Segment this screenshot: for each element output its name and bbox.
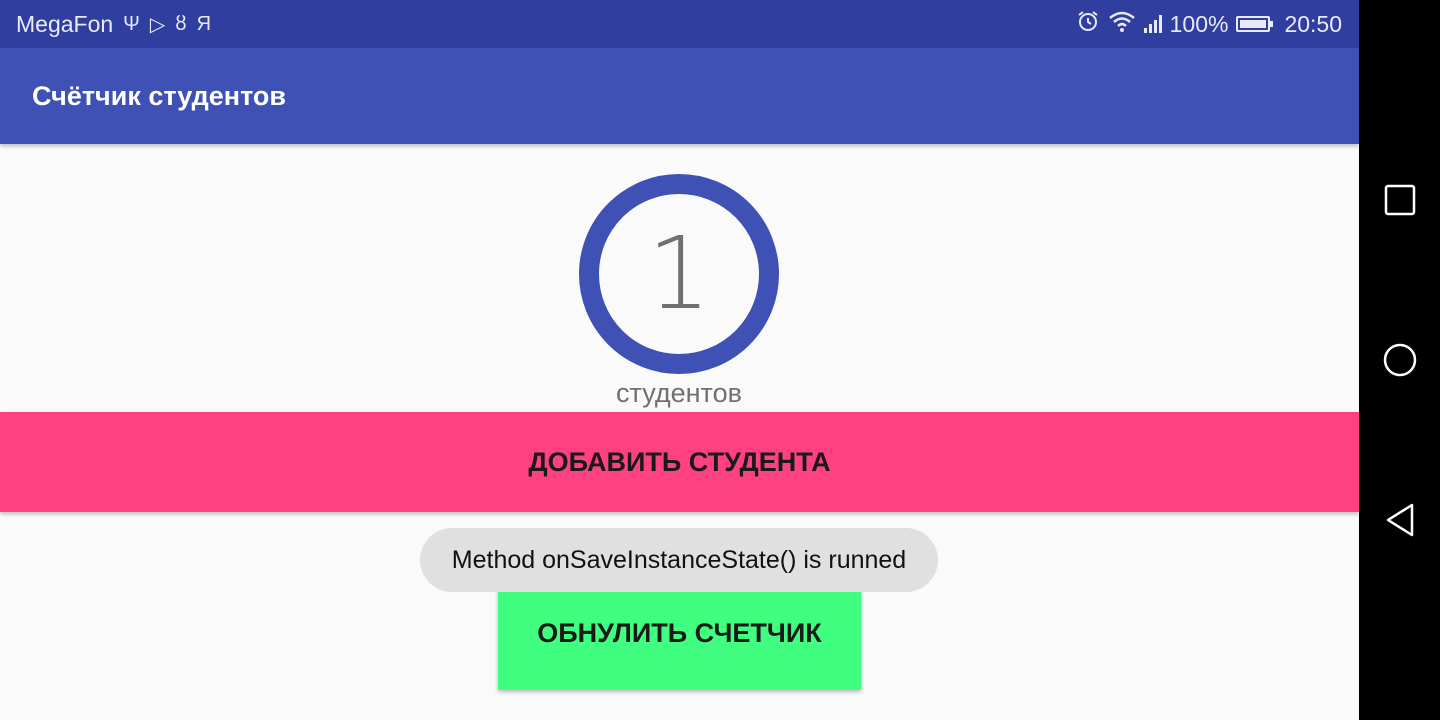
alarm-icon [1076, 9, 1100, 39]
home-circle-icon[interactable] [1359, 320, 1440, 400]
navigation-bar [1359, 0, 1440, 720]
recents-square-icon[interactable] [1359, 160, 1440, 240]
yandex-icon: Я [196, 12, 212, 35]
app-bar: Счётчик студентов [0, 48, 1359, 144]
usb-icon: Ψ [123, 12, 140, 35]
toast-message: Method onSaveInstanceState() is runned [420, 528, 938, 592]
wifi-icon [1108, 9, 1136, 39]
clock: 20:50 [1284, 10, 1342, 37]
add-student-button[interactable]: ДОБАВИТЬ СТУДЕНТА [0, 412, 1359, 512]
counter-ring: 1 [579, 174, 779, 374]
odnoklassniki-icon: ȣ [175, 12, 187, 35]
play-store-icon: ▷ [149, 13, 166, 36]
battery-icon [1236, 16, 1274, 32]
battery-percent: 100% [1169, 10, 1229, 37]
counter-caption: студентов [616, 378, 742, 408]
status-right: 100% 20:50 [1068, 9, 1342, 39]
carrier-name: MegaFon [16, 10, 114, 37]
status-bar: MegaFon Ψ ▷ ȣ Я 100% 20:50 [0, 0, 1359, 48]
reset-counter-button[interactable]: ОБНУЛИТЬ СЧЕТЧИК [498, 576, 861, 690]
back-triangle-icon[interactable] [1359, 480, 1440, 560]
app-title: Счётчик студентов [32, 80, 287, 111]
counter-value: 1 [647, 215, 711, 332]
status-left: MegaFon Ψ ▷ ȣ Я [16, 11, 211, 38]
signal-icon [1143, 15, 1162, 33]
